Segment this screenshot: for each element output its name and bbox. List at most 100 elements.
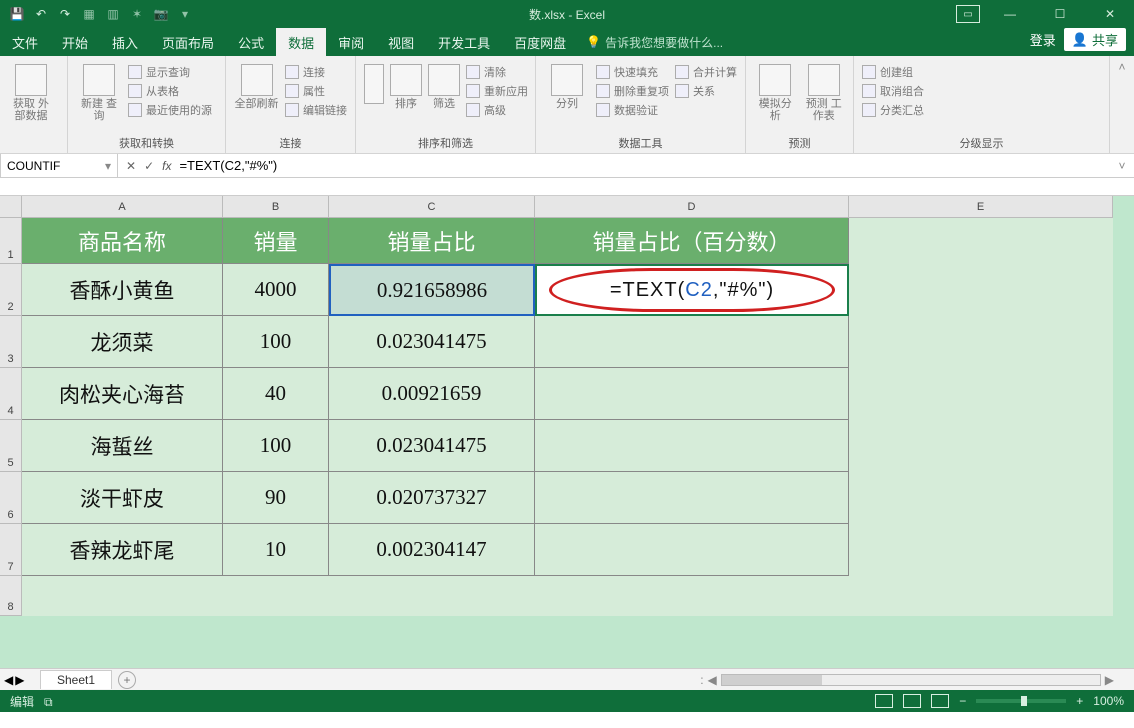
cell-d5[interactable] [535, 420, 849, 472]
cell-a6[interactable]: 淡干虾皮 [22, 472, 223, 524]
ungroup-button[interactable]: 取消组合 [862, 83, 924, 99]
forecast-sheet-button[interactable]: 预测 工作表 [803, 60, 846, 133]
zoom-in-icon[interactable]: + [1076, 694, 1083, 708]
show-queries-button[interactable]: 显示查询 [128, 64, 212, 80]
cell-e2[interactable] [849, 264, 1113, 316]
row-header-5[interactable]: 5 [0, 420, 22, 472]
cell-c3[interactable]: 0.023041475 [329, 316, 535, 368]
cell-c8[interactable] [329, 576, 535, 616]
sort-az-button[interactable] [364, 60, 384, 133]
cell-b4[interactable]: 40 [223, 368, 329, 420]
tab-developer[interactable]: 开发工具 [426, 28, 502, 56]
close-icon[interactable]: ✕ [1090, 2, 1130, 26]
clear-button[interactable]: 清除 [466, 64, 528, 80]
connections-button[interactable]: 连接 [285, 64, 347, 80]
cell-b8[interactable] [223, 576, 329, 616]
cell-c1[interactable]: 销量占比 [329, 218, 535, 264]
row-header-6[interactable]: 6 [0, 472, 22, 524]
reapply-button[interactable]: 重新应用 [466, 83, 528, 99]
row-header-8[interactable]: 8 [0, 576, 22, 616]
whatif-button[interactable]: 模拟分析 [754, 60, 797, 133]
cancel-formula-icon[interactable]: ✕ [126, 159, 136, 173]
col-header-b[interactable]: B [223, 196, 329, 218]
tab-review[interactable]: 审阅 [326, 28, 376, 56]
name-box-dropdown-icon[interactable]: ▾ [105, 159, 111, 173]
flash-fill-button[interactable]: 快速填充 [596, 64, 669, 80]
qat-item-6[interactable]: ✶ [128, 5, 146, 23]
qat-item-4[interactable]: ▦ [80, 5, 98, 23]
expand-formula-bar-icon[interactable]: ˅ [1110, 154, 1134, 177]
zoom-out-icon[interactable]: − [959, 694, 966, 708]
cell-b7[interactable]: 10 [223, 524, 329, 576]
row-header-1[interactable]: 1 [0, 218, 22, 264]
cell-e6[interactable] [849, 472, 1113, 524]
tab-pagelayout[interactable]: 页面布局 [150, 28, 226, 56]
cell-d8[interactable] [535, 576, 849, 616]
tab-view[interactable]: 视图 [376, 28, 426, 56]
redo-icon[interactable]: ↷ [56, 5, 74, 23]
name-box[interactable]: ▾ [0, 154, 118, 177]
cell-e8[interactable] [849, 576, 1113, 616]
save-icon[interactable]: 💾 [8, 5, 26, 23]
select-all-corner[interactable] [0, 196, 22, 218]
data-validation-button[interactable]: 数据验证 [596, 102, 669, 118]
cell-c6[interactable]: 0.020737327 [329, 472, 535, 524]
subtotal-button[interactable]: 分类汇总 [862, 102, 924, 118]
minimize-icon[interactable]: — [990, 2, 1030, 26]
new-sheet-button[interactable]: + [118, 671, 136, 689]
cell-d1[interactable]: 销量占比（百分数） [535, 218, 849, 264]
properties-button[interactable]: 属性 [285, 83, 347, 99]
advanced-button[interactable]: 高级 [466, 102, 528, 118]
cell-d4[interactable] [535, 368, 849, 420]
normal-view-icon[interactable] [875, 694, 893, 708]
cell-a5[interactable]: 海蜇丝 [22, 420, 223, 472]
text-to-columns-button[interactable]: 分列 [544, 60, 590, 133]
from-table-button[interactable]: 从表格 [128, 83, 212, 99]
sheet-tab-1[interactable]: Sheet1 [40, 670, 112, 689]
cell-c2[interactable]: 0.921658986 [329, 264, 535, 316]
col-header-e[interactable]: E [849, 196, 1113, 218]
cell-a7[interactable]: 香辣龙虾尾 [22, 524, 223, 576]
fx-icon[interactable]: fx [162, 159, 171, 173]
recent-sources-button[interactable]: 最近使用的源 [128, 102, 212, 118]
horizontal-scrollbar[interactable]: :◀▶ [700, 673, 1114, 687]
share-button[interactable]: 👤共享 [1064, 28, 1126, 51]
camera-icon[interactable]: 📷 [152, 5, 170, 23]
cell-b2[interactable]: 4000 [223, 264, 329, 316]
tab-file[interactable]: 文件 [0, 28, 50, 56]
worksheet[interactable]: 1 2 3 4 5 6 7 8 A B C D E 商品名称 销量 销量占比 销… [0, 196, 1134, 668]
page-layout-view-icon[interactable] [903, 694, 921, 708]
cell-a1[interactable]: 商品名称 [22, 218, 223, 264]
col-header-a[interactable]: A [22, 196, 223, 218]
cell-d6[interactable] [535, 472, 849, 524]
group-button[interactable]: 创建组 [862, 64, 924, 80]
name-box-input[interactable] [7, 159, 87, 173]
row-header-4[interactable]: 4 [0, 368, 22, 420]
row-header-2[interactable]: 2 [0, 264, 22, 316]
cell-b3[interactable]: 100 [223, 316, 329, 368]
cell-a8[interactable] [22, 576, 223, 616]
tab-insert[interactable]: 插入 [100, 28, 150, 56]
formula-input[interactable] [179, 158, 1110, 173]
filter-button[interactable]: 筛选 [428, 60, 460, 133]
cell-d7[interactable] [535, 524, 849, 576]
cell-b1[interactable]: 销量 [223, 218, 329, 264]
row-header-3[interactable]: 3 [0, 316, 22, 368]
zoom-slider[interactable] [976, 699, 1066, 703]
tab-baidu[interactable]: 百度网盘 [502, 28, 578, 56]
cell-e5[interactable] [849, 420, 1113, 472]
sort-button[interactable]: 排序 [390, 60, 422, 133]
cell-b6[interactable]: 90 [223, 472, 329, 524]
tell-me[interactable]: 💡 告诉我您想要做什么... [586, 28, 723, 56]
remove-duplicates-button[interactable]: 删除重复项 [596, 83, 669, 99]
collapse-ribbon-icon[interactable]: ˄ [1110, 56, 1134, 153]
get-external-data-button[interactable]: 获取 外部数据 [8, 60, 54, 149]
maximize-icon[interactable]: ☐ [1040, 2, 1080, 26]
cell-a2[interactable]: 香酥小黄鱼 [22, 264, 223, 316]
qat-customize-icon[interactable]: ▾ [176, 5, 194, 23]
qat-item-5[interactable]: ▥ [104, 5, 122, 23]
cell-d3[interactable] [535, 316, 849, 368]
cell-e3[interactable] [849, 316, 1113, 368]
sheet-nav[interactable]: ◀▶ [4, 673, 24, 687]
refresh-all-button[interactable]: 全部刷新 [234, 60, 279, 133]
